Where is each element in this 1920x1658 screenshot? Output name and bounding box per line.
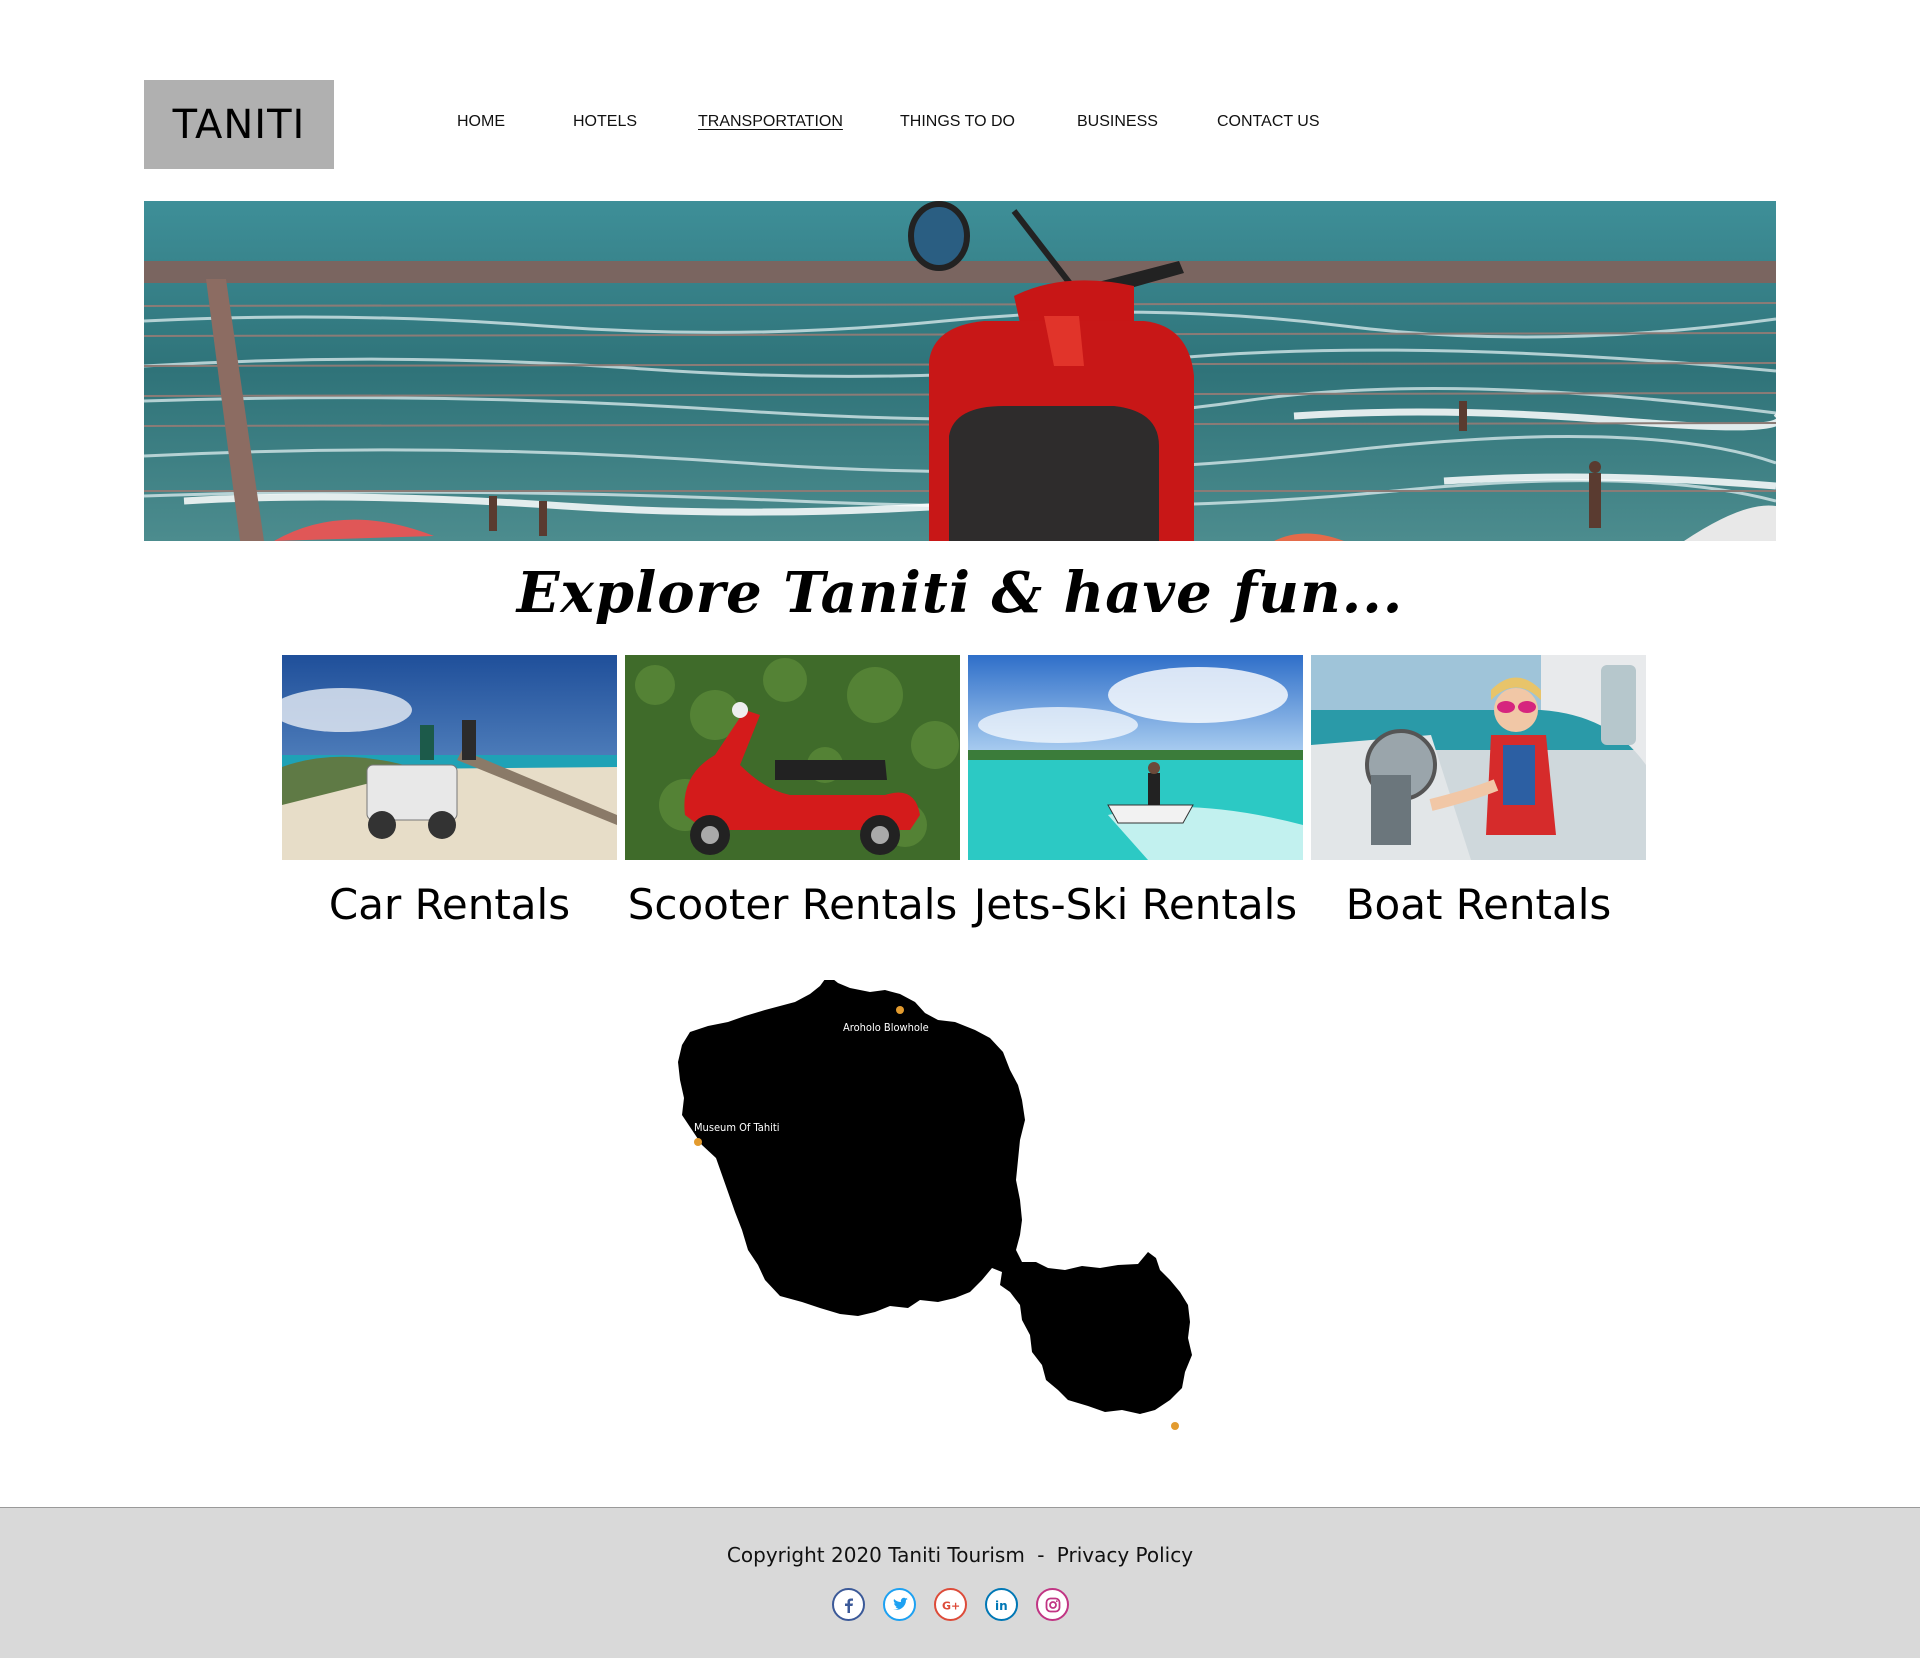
copyright-text: Copyright 2020 Taniti Tourism [726, 1543, 1025, 1567]
svg-text:G+: G+ [942, 1599, 960, 1612]
nav-things-to-do[interactable]: THINGS TO DO [900, 113, 1015, 131]
rental-card-car[interactable]: Car Rentals [282, 655, 617, 929]
rental-label: Jets-Ski Rentals [973, 880, 1298, 929]
linkedin-icon: in [995, 1599, 1008, 1613]
rental-card-jet-ski[interactable]: Jets-Ski Rentals [968, 655, 1303, 929]
rental-card-boat[interactable]: Boat Rentals [1311, 655, 1646, 929]
rental-label: Scooter Rentals [627, 880, 958, 929]
page-headline: Explore Taniti & have fun... [516, 560, 1404, 626]
rental-label: Boat Rentals [1345, 880, 1612, 929]
island-map: Aroholo Blowhole Museum Of Tahiti Grotte… [670, 975, 1250, 1450]
svg-text:in: in [995, 1599, 1008, 1613]
nav-home[interactable]: HOME [457, 113, 505, 131]
map-place-label: Aroholo Blowhole [843, 1021, 929, 1034]
nav-transportation[interactable]: TRANSPORTATION [698, 113, 843, 131]
facebook-link[interactable] [832, 1588, 865, 1621]
rental-label: Car Rentals [328, 880, 571, 929]
google-plus-link[interactable]: G+ [934, 1588, 967, 1621]
hero-scooter-image [144, 201, 1776, 541]
social-links: G+ in [832, 1588, 1069, 1621]
footer-separator: - [1037, 1543, 1045, 1567]
island-silhouette [678, 975, 1192, 1430]
boat-rental-photo [1311, 655, 1646, 860]
twitter-icon [892, 1597, 908, 1610]
privacy-policy-link[interactable]: Privacy Policy [1057, 1543, 1193, 1567]
site-footer: Copyright 2020 Taniti Tourism - Privacy … [0, 1507, 1920, 1658]
rental-card-scooter[interactable]: Scooter Rentals [625, 655, 960, 929]
hero-banner [144, 201, 1776, 541]
scooter-rental-photo [625, 655, 960, 860]
map-place-label: Museum Of Tahiti [694, 1121, 780, 1134]
footer-copyright-line: Copyright 2020 Taniti Tourism - Privacy … [0, 1543, 1920, 1567]
site-logo[interactable]: TANITI [144, 80, 334, 169]
linkedin-link[interactable]: in [985, 1588, 1018, 1621]
car-rental-photo [282, 655, 617, 860]
nav-hotels[interactable]: HOTELS [573, 113, 637, 131]
instagram-icon [1045, 1597, 1060, 1612]
facebook-icon [844, 1598, 853, 1613]
twitter-link[interactable] [883, 1588, 916, 1621]
instagram-link[interactable] [1036, 1588, 1069, 1621]
jet-ski-rental-photo [968, 655, 1303, 860]
nav-contact-us[interactable]: CONTACT US [1217, 113, 1320, 131]
google-plus-icon: G+ [942, 1599, 960, 1612]
map-place-label: Grotte Vaipori [1142, 1412, 1211, 1425]
nav-business[interactable]: BUSINESS [1077, 113, 1158, 131]
